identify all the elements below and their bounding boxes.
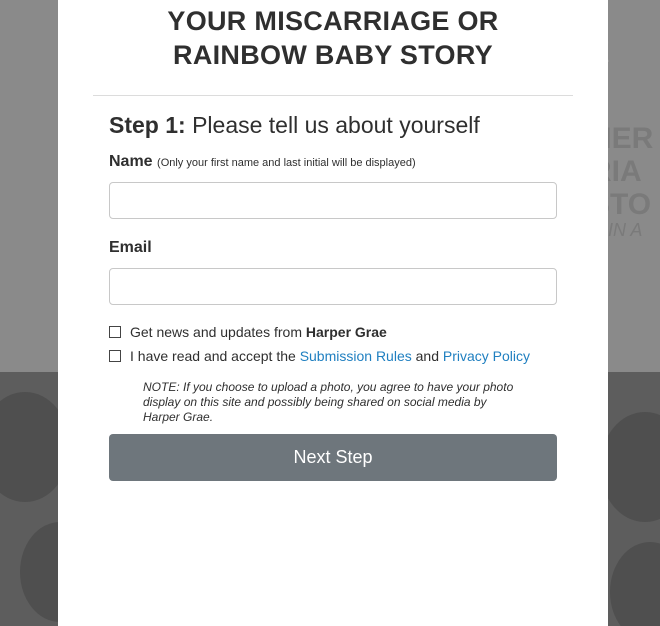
name-hint: (Only your first name and last initial w… [157, 157, 416, 169]
background-figure [600, 412, 660, 522]
name-label: Name (Only your first name and last init… [109, 153, 416, 171]
news-checkbox[interactable] [109, 326, 121, 338]
name-label-text: Name [109, 153, 153, 170]
news-brand: Harper Grae [305, 324, 387, 340]
submission-rules-link[interactable]: Submission Rules [300, 348, 412, 364]
news-checkbox-row: Get news and updates from Harper Grae [109, 324, 387, 340]
rules-and: and [415, 348, 439, 364]
rules-checkbox[interactable] [109, 350, 121, 362]
name-input[interactable] [109, 182, 557, 219]
privacy-policy-link[interactable]: Privacy Policy [443, 348, 530, 364]
email-input[interactable] [109, 268, 557, 305]
story-modal: YOUR MISCARRIAGE OR RAINBOW BABY STORY S… [58, 0, 608, 626]
step-heading: Step 1: Please tell us about yourself [109, 112, 480, 139]
next-step-button[interactable]: Next Step [109, 434, 557, 481]
news-label: Get news and updates from [130, 324, 302, 340]
photo-note: NOTE: If you choose to upload a photo, y… [143, 380, 514, 424]
modal-title: YOUR MISCARRIAGE OR RAINBOW BABY STORY [58, 4, 608, 72]
step-text: Please tell us about yourself [192, 112, 480, 138]
modal-title-line-2: RAINBOW BABY STORY [173, 40, 493, 70]
modal-title-line-1: YOUR MISCARRIAGE OR [167, 6, 499, 36]
rules-checkbox-row: I have read and accept the Submission Ru… [109, 348, 530, 364]
rules-label: I have read and accept the [130, 348, 296, 364]
email-label: Email [109, 239, 152, 256]
divider [93, 95, 573, 96]
background-figure [610, 542, 660, 626]
step-number: Step 1: [109, 112, 186, 138]
